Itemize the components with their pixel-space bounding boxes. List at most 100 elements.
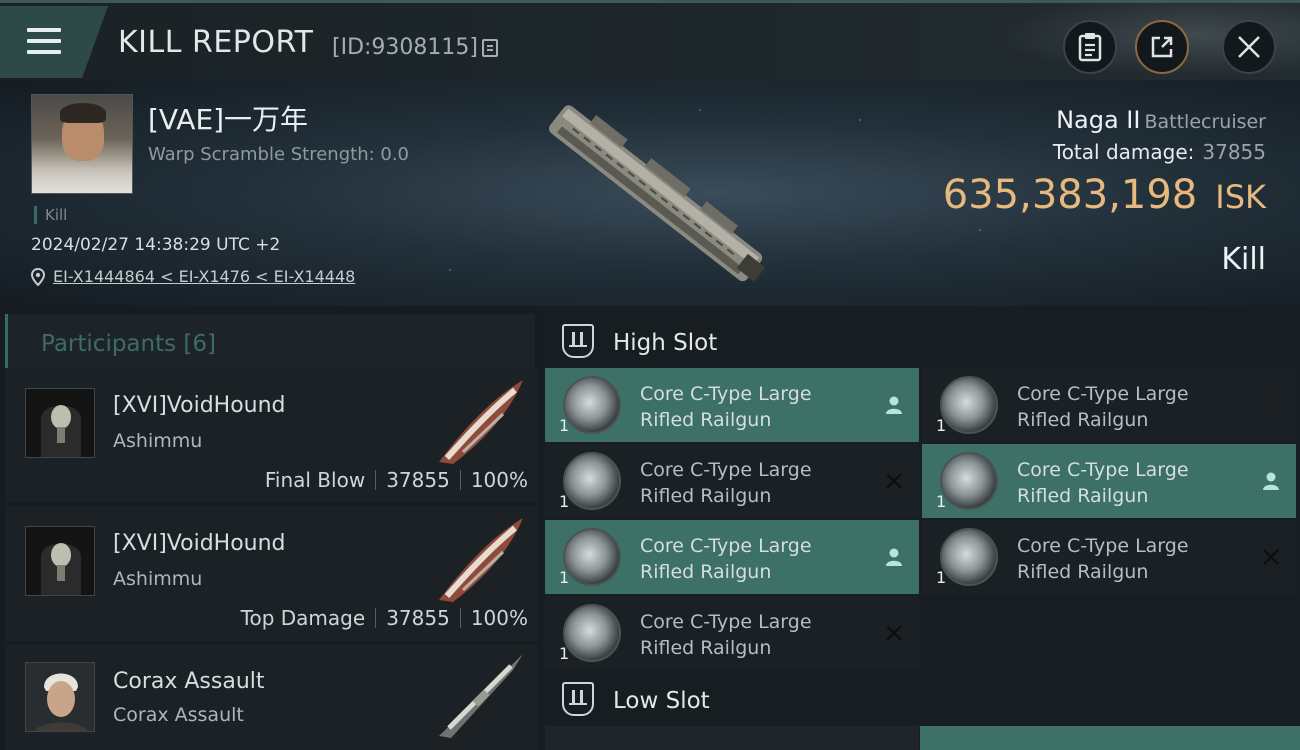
low-slot-module-partial[interactable] bbox=[545, 726, 919, 750]
dropped-person-icon bbox=[886, 396, 902, 414]
kill-location[interactable]: EI-X1444864 < EI-X1476 < EI-X14448 bbox=[31, 267, 355, 286]
module-name-line2: Rifled Railgun bbox=[1017, 485, 1149, 507]
victim-ship-name[interactable]: Naga II Battlecruiser bbox=[1056, 106, 1266, 134]
module-name-line1: Core C-Type Large bbox=[1017, 459, 1189, 481]
railgun-icon bbox=[940, 528, 998, 586]
module-name-line2: Rifled Railgun bbox=[1017, 409, 1149, 431]
participant-stats: Final Blow 37855 100% bbox=[265, 468, 528, 492]
isk-amount: 635,383,198 bbox=[942, 172, 1198, 218]
victim-name[interactable]: [VAE]一万年 bbox=[148, 98, 308, 138]
fitting-panel: High Slot 1 Core C-Type Large Rifled Rai… bbox=[540, 306, 1300, 750]
pilot-portrait-icon bbox=[26, 663, 94, 731]
result-label: Kill bbox=[1221, 242, 1266, 277]
participants-title: Participants [6] bbox=[41, 331, 216, 357]
location-link[interactable]: EI-X1444864 < EI-X1476 < EI-X14448 bbox=[53, 267, 355, 286]
module-name-line2: Rifled Railgun bbox=[640, 637, 772, 659]
location-pin-icon bbox=[31, 267, 45, 286]
dropped-person-icon bbox=[886, 548, 902, 566]
module-item[interactable]: 1 Core C-Type Large Rifled Railgun bbox=[545, 596, 919, 670]
portrait-hair bbox=[60, 103, 106, 123]
railgun-icon bbox=[563, 376, 621, 434]
participant-damage: 37855 bbox=[386, 468, 450, 492]
participant-avatar bbox=[25, 662, 95, 732]
module-name-line2: Rifled Railgun bbox=[1017, 561, 1149, 583]
participant-label: Top Damage bbox=[240, 606, 366, 630]
participant-label: Final Blow bbox=[264, 468, 366, 492]
module-name: Core C-Type Large Rifled Railgun bbox=[640, 457, 840, 509]
participant-ship: Ashimmu bbox=[113, 568, 203, 590]
module-quantity: 1 bbox=[936, 492, 947, 511]
participant-damage: 37855 bbox=[386, 606, 450, 630]
module-item[interactable]: 1 Core C-Type Large Rifled Railgun bbox=[545, 520, 919, 594]
module-item[interactable]: 1 Core C-Type Large Rifled Railgun bbox=[922, 444, 1296, 518]
total-damage-value: 37855 bbox=[1202, 140, 1266, 164]
railgun-icon bbox=[940, 452, 998, 510]
participants-header: Participants [6] bbox=[5, 314, 535, 370]
module-quantity: 1 bbox=[559, 568, 570, 587]
module-quantity: 1 bbox=[559, 492, 570, 511]
close-button[interactable] bbox=[1222, 20, 1276, 74]
participant-row[interactable]: [XVI]VoidHound Ashimmu Final Blow 37855 … bbox=[5, 368, 538, 503]
destroyed-x-icon bbox=[886, 625, 902, 641]
participant-ship-image bbox=[439, 518, 523, 602]
module-name: Core C-Type Large Rifled Railgun bbox=[640, 381, 840, 433]
high-slot-title: High Slot bbox=[613, 330, 718, 356]
low-slot-icon bbox=[562, 682, 594, 716]
participant-name: Corax Assault bbox=[113, 669, 265, 694]
stat-divider bbox=[459, 470, 461, 490]
module-name: Core C-Type Large Rifled Railgun bbox=[1017, 381, 1217, 433]
report-id: [ID:9308115] bbox=[332, 35, 478, 60]
total-damage: Total damage: 37855 bbox=[1053, 140, 1266, 164]
module-quantity: 1 bbox=[936, 416, 947, 435]
module-item[interactable]: 1 Core C-Type Large Rifled Railgun bbox=[922, 368, 1296, 442]
railgun-icon bbox=[563, 604, 621, 662]
module-quantity: 1 bbox=[559, 644, 570, 663]
participant-avatar bbox=[25, 388, 95, 458]
dropped-person-icon bbox=[1263, 472, 1279, 490]
railgun-icon bbox=[563, 528, 621, 586]
clipboard-icon bbox=[1078, 33, 1102, 62]
victim-portrait[interactable] bbox=[31, 94, 133, 194]
module-quantity: 1 bbox=[559, 416, 570, 435]
total-damage-label: Total damage: bbox=[1052, 140, 1195, 164]
helmet-icon bbox=[26, 389, 94, 457]
low-slot-module-partial[interactable] bbox=[920, 726, 1300, 750]
copy-id-icon[interactable] bbox=[482, 39, 498, 57]
destroyed-x-icon bbox=[1263, 549, 1279, 565]
kill-datetime: 2024/02/27 14:38:29 UTC +2 bbox=[31, 235, 281, 255]
close-icon bbox=[1238, 36, 1260, 58]
participant-row[interactable]: [XVI]VoidHound Ashimmu Top Damage 37855 … bbox=[5, 506, 538, 641]
participant-name: [XVI]VoidHound bbox=[113, 531, 286, 556]
module-name-line1: Core C-Type Large bbox=[640, 459, 812, 481]
page-title: KILL REPORT bbox=[118, 25, 314, 60]
participant-avatar bbox=[25, 526, 95, 596]
high-slot-icon bbox=[562, 324, 594, 358]
participant-ship-image bbox=[439, 654, 523, 738]
module-name-line1: Core C-Type Large bbox=[1017, 383, 1189, 405]
isk-value: 635,383,198 ISK bbox=[943, 172, 1266, 218]
helmet-icon bbox=[26, 527, 94, 595]
destroyed-x-icon bbox=[1263, 397, 1279, 413]
module-item[interactable]: 1 Core C-Type Large Rifled Railgun bbox=[922, 520, 1296, 594]
isk-unit: ISK bbox=[1215, 178, 1266, 216]
participant-percent: 100% bbox=[470, 606, 528, 630]
ship-name-text: Naga II bbox=[1056, 106, 1141, 134]
share-icon bbox=[1151, 36, 1173, 58]
module-item[interactable]: 1 Core C-Type Large Rifled Railgun bbox=[545, 368, 919, 442]
low-slot-title: Low Slot bbox=[613, 688, 710, 714]
report-button[interactable] bbox=[1063, 20, 1117, 74]
share-button[interactable] bbox=[1135, 20, 1189, 74]
menu-button[interactable] bbox=[0, 6, 108, 78]
participant-percent: 100% bbox=[470, 468, 528, 492]
destroyed-x-icon bbox=[886, 473, 902, 489]
module-name: Core C-Type Large Rifled Railgun bbox=[640, 533, 840, 585]
participant-row[interactable]: Corax Assault Corax Assault bbox=[5, 644, 538, 750]
module-name: Core C-Type Large Rifled Railgun bbox=[1017, 457, 1217, 509]
high-slot-section: High Slot bbox=[540, 310, 1300, 370]
victim-summary: [VAE]一万年 Warp Scramble Strength: 0.0 Kil… bbox=[0, 80, 1300, 306]
victim-ship-image[interactable] bbox=[520, 94, 790, 294]
module-item[interactable]: 1 Core C-Type Large Rifled Railgun bbox=[545, 444, 919, 518]
participant-name: [XVI]VoidHound bbox=[113, 393, 286, 418]
module-name-line2: Rifled Railgun bbox=[640, 409, 772, 431]
module-quantity: 1 bbox=[936, 568, 947, 587]
